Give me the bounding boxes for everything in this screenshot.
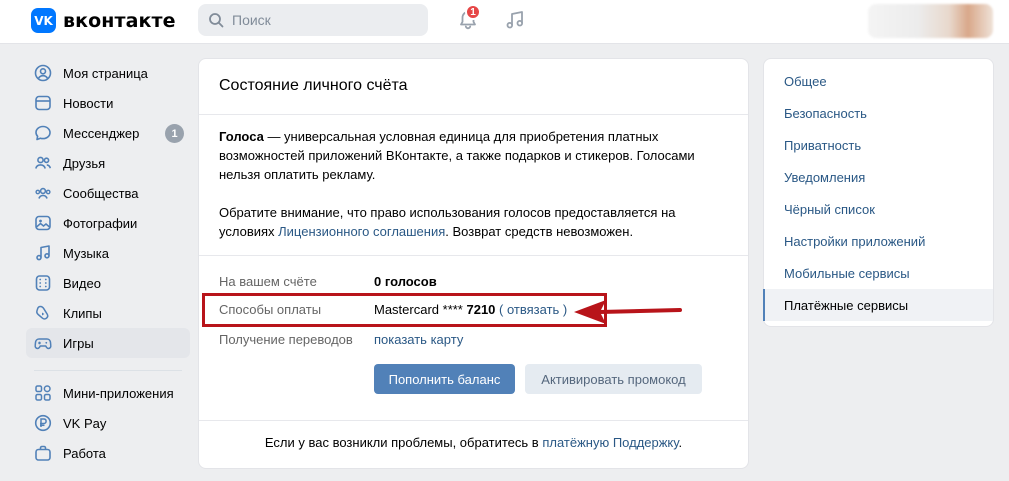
search-input[interactable] bbox=[232, 12, 412, 28]
left-sidebar: Моя страница Новости Мессенджер 1 Друзья… bbox=[26, 58, 190, 468]
transfers-row: Получение переводов показать карту bbox=[219, 332, 463, 350]
search-box[interactable] bbox=[198, 4, 428, 36]
settings-menu-security[interactable]: Безопасность bbox=[764, 97, 993, 129]
sidebar-item-label: Клипы bbox=[63, 305, 102, 321]
sidebar-item-messenger[interactable]: Мессенджер 1 bbox=[26, 118, 190, 148]
settings-menu-app-settings[interactable]: Настройки приложений bbox=[764, 225, 993, 257]
profile-menu-avatar[interactable] bbox=[868, 4, 993, 38]
balance-row: На вашем счёте 0 голосов bbox=[219, 274, 437, 292]
sidebar-item-music[interactable]: Музыка bbox=[26, 238, 190, 268]
sidebar-item-my-page[interactable]: Моя страница bbox=[26, 58, 190, 88]
settings-menu-notifications[interactable]: Уведомления bbox=[764, 161, 993, 193]
sidebar-item-label: Музыка bbox=[63, 245, 109, 261]
settings-menu-payment-services[interactable]: Платёжные сервисы bbox=[763, 289, 993, 321]
sidebar-item-vk-pay[interactable]: VK Pay bbox=[26, 408, 190, 438]
sidebar-item-label: Новости bbox=[63, 95, 114, 111]
account-balance-card: Состояние личного счёта Голоса — универс… bbox=[198, 58, 749, 469]
photo-icon bbox=[34, 214, 52, 232]
sidebar-item-label: Работа bbox=[63, 445, 106, 461]
balance-value: 0 голосов bbox=[374, 274, 437, 289]
video-icon bbox=[34, 274, 52, 292]
settings-menu-blacklist[interactable]: Чёрный список bbox=[764, 193, 993, 225]
page-title: Состояние личного счёта bbox=[219, 77, 408, 94]
top-up-balance-button[interactable]: Пополнить баланс bbox=[374, 364, 515, 394]
sidebar-item-communities[interactable]: Сообщества bbox=[26, 178, 190, 208]
clips-icon bbox=[34, 304, 52, 322]
license-notice: Обратите внимание, что право использован… bbox=[219, 203, 719, 241]
votes-term: Голоса bbox=[219, 129, 264, 144]
sidebar-item-photos[interactable]: Фотографии bbox=[26, 208, 190, 238]
vk-logo-text: вконтакте bbox=[63, 9, 176, 32]
gamepad-icon bbox=[34, 334, 52, 352]
sidebar-item-label: Видео bbox=[63, 275, 101, 291]
activate-promocode-button[interactable]: Активировать промокод bbox=[525, 364, 702, 394]
sidebar-item-friends[interactable]: Друзья bbox=[26, 148, 190, 178]
sidebar-item-label: VK Pay bbox=[63, 415, 107, 431]
support-notice-tail: . bbox=[678, 435, 683, 450]
user-icon bbox=[34, 64, 52, 82]
license-notice-tail: . Возврат средств невозможен. bbox=[445, 224, 634, 239]
sidebar-item-news[interactable]: Новости bbox=[26, 88, 190, 118]
sidebar-item-mini-apps[interactable]: Мини-приложения bbox=[26, 378, 190, 408]
annotation-arrow-icon bbox=[574, 300, 682, 324]
settings-menu-general[interactable]: Общее bbox=[764, 65, 993, 97]
divider bbox=[199, 255, 748, 256]
payment-support-link[interactable]: платёжную Поддержку bbox=[542, 435, 678, 450]
sidebar-item-clips[interactable]: Клипы bbox=[26, 298, 190, 328]
messenger-unread-badge: 1 bbox=[165, 124, 184, 143]
votes-description-text: — универсальная условная единица для при… bbox=[219, 129, 695, 182]
divider bbox=[199, 420, 748, 421]
search-icon bbox=[209, 13, 224, 28]
briefcase-icon bbox=[34, 444, 52, 462]
balance-label: На вашем счёте bbox=[219, 274, 317, 289]
show-card-link[interactable]: показать карту bbox=[374, 332, 463, 350]
sidebar-item-label: Сообщества bbox=[63, 185, 139, 201]
annotation-highlight-box bbox=[202, 293, 607, 327]
sidebar-item-label: Фотографии bbox=[63, 215, 138, 231]
news-icon bbox=[34, 94, 52, 112]
sidebar-item-label: Моя страница bbox=[63, 65, 148, 81]
settings-menu: Общее Безопасность Приватность Уведомлен… bbox=[763, 58, 994, 327]
support-notice: Если у вас возникли проблемы, обратитесь… bbox=[199, 435, 748, 450]
settings-menu-mobile-services[interactable]: Мобильные сервисы bbox=[764, 257, 993, 289]
divider bbox=[199, 114, 748, 115]
sidebar-item-label: Мессенджер bbox=[63, 125, 140, 141]
music-icon bbox=[34, 244, 52, 262]
settings-menu-privacy[interactable]: Приватность bbox=[764, 129, 993, 161]
sidebar-divider bbox=[34, 370, 182, 371]
notifications-badge: 1 bbox=[465, 4, 481, 20]
transfers-label: Получение переводов bbox=[219, 332, 353, 347]
vkpay-icon bbox=[34, 414, 52, 432]
top-header: VK вконтакте 1 bbox=[0, 0, 1009, 44]
sidebar-item-label: Мини-приложения bbox=[63, 385, 174, 401]
sidebar-item-label: Друзья bbox=[63, 155, 106, 171]
message-icon bbox=[34, 124, 52, 142]
license-agreement-link[interactable]: Лицензионного соглашения bbox=[278, 224, 445, 239]
vk-logo-icon: VK bbox=[31, 8, 56, 33]
sidebar-item-work[interactable]: Работа bbox=[26, 438, 190, 468]
sidebar-item-games[interactable]: Игры bbox=[26, 328, 190, 358]
votes-description: Голоса — универсальная условная единица … bbox=[219, 127, 719, 184]
apps-icon bbox=[34, 384, 52, 402]
communities-icon bbox=[34, 184, 52, 202]
music-player-icon[interactable] bbox=[504, 9, 526, 31]
friends-icon bbox=[34, 154, 52, 172]
sidebar-item-video[interactable]: Видео bbox=[26, 268, 190, 298]
sidebar-item-label: Игры bbox=[63, 335, 94, 351]
support-notice-text: Если у вас возникли проблемы, обратитесь… bbox=[264, 435, 543, 450]
vk-logo[interactable]: VK вконтакте bbox=[31, 8, 176, 33]
